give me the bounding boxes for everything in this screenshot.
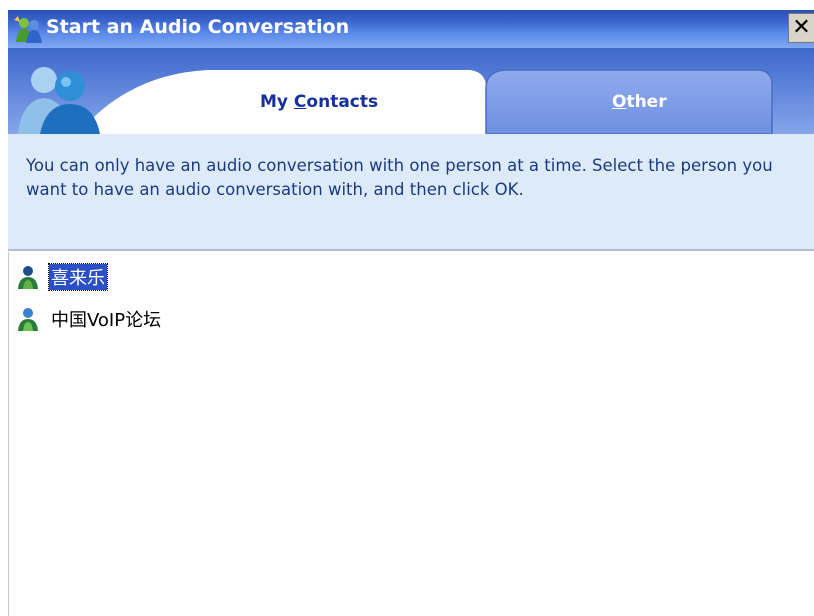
- instruction-text: You can only have an audio conversation …: [26, 156, 773, 199]
- messenger-logo-icon: [18, 67, 100, 134]
- tab-other[interactable]: Other: [612, 92, 667, 112]
- contact-list[interactable]: 喜来乐 中国VoIP论坛: [8, 252, 814, 616]
- instruction-panel: You can only have an audio conversation …: [8, 134, 814, 251]
- contact-name: 中国VoIP论坛: [51, 310, 162, 331]
- buddy-icon: [18, 308, 38, 331]
- buddy-icon: [18, 266, 38, 289]
- contact-item[interactable]: 喜来乐: [15, 263, 108, 291]
- contact-item[interactable]: 中国VoIP论坛: [15, 306, 163, 332]
- contact-name: 喜来乐: [48, 263, 108, 291]
- close-icon: ✕: [792, 15, 811, 40]
- title-bar[interactable]: Start an Audio Conversation ✕: [8, 10, 814, 48]
- tab-my-contacts[interactable]: My Contacts: [260, 92, 378, 112]
- messenger-app-icon: [14, 16, 42, 43]
- window-title: Start an Audio Conversation: [46, 16, 350, 38]
- tab-header: My Contacts Other: [8, 48, 814, 134]
- tab-band: [8, 48, 814, 134]
- close-button[interactable]: ✕: [788, 13, 814, 43]
